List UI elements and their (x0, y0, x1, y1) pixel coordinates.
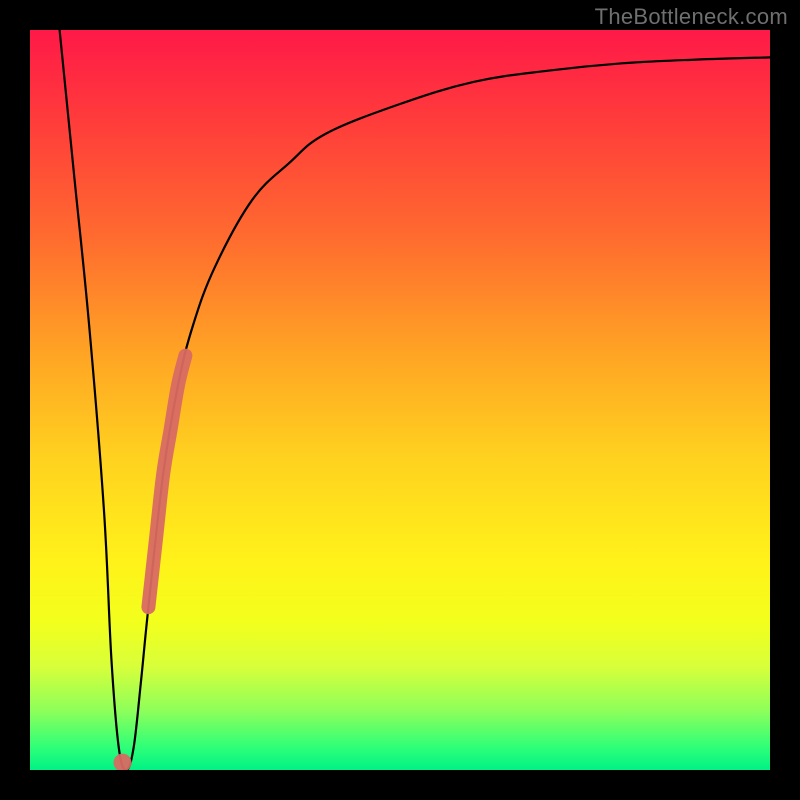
highlight-segment-line (148, 356, 185, 608)
bottleneck-curve-line (60, 30, 770, 770)
watermark-text: TheBottleneck.com (595, 4, 788, 30)
chart-svg (30, 30, 770, 770)
highlight-dot-marker (114, 754, 132, 770)
